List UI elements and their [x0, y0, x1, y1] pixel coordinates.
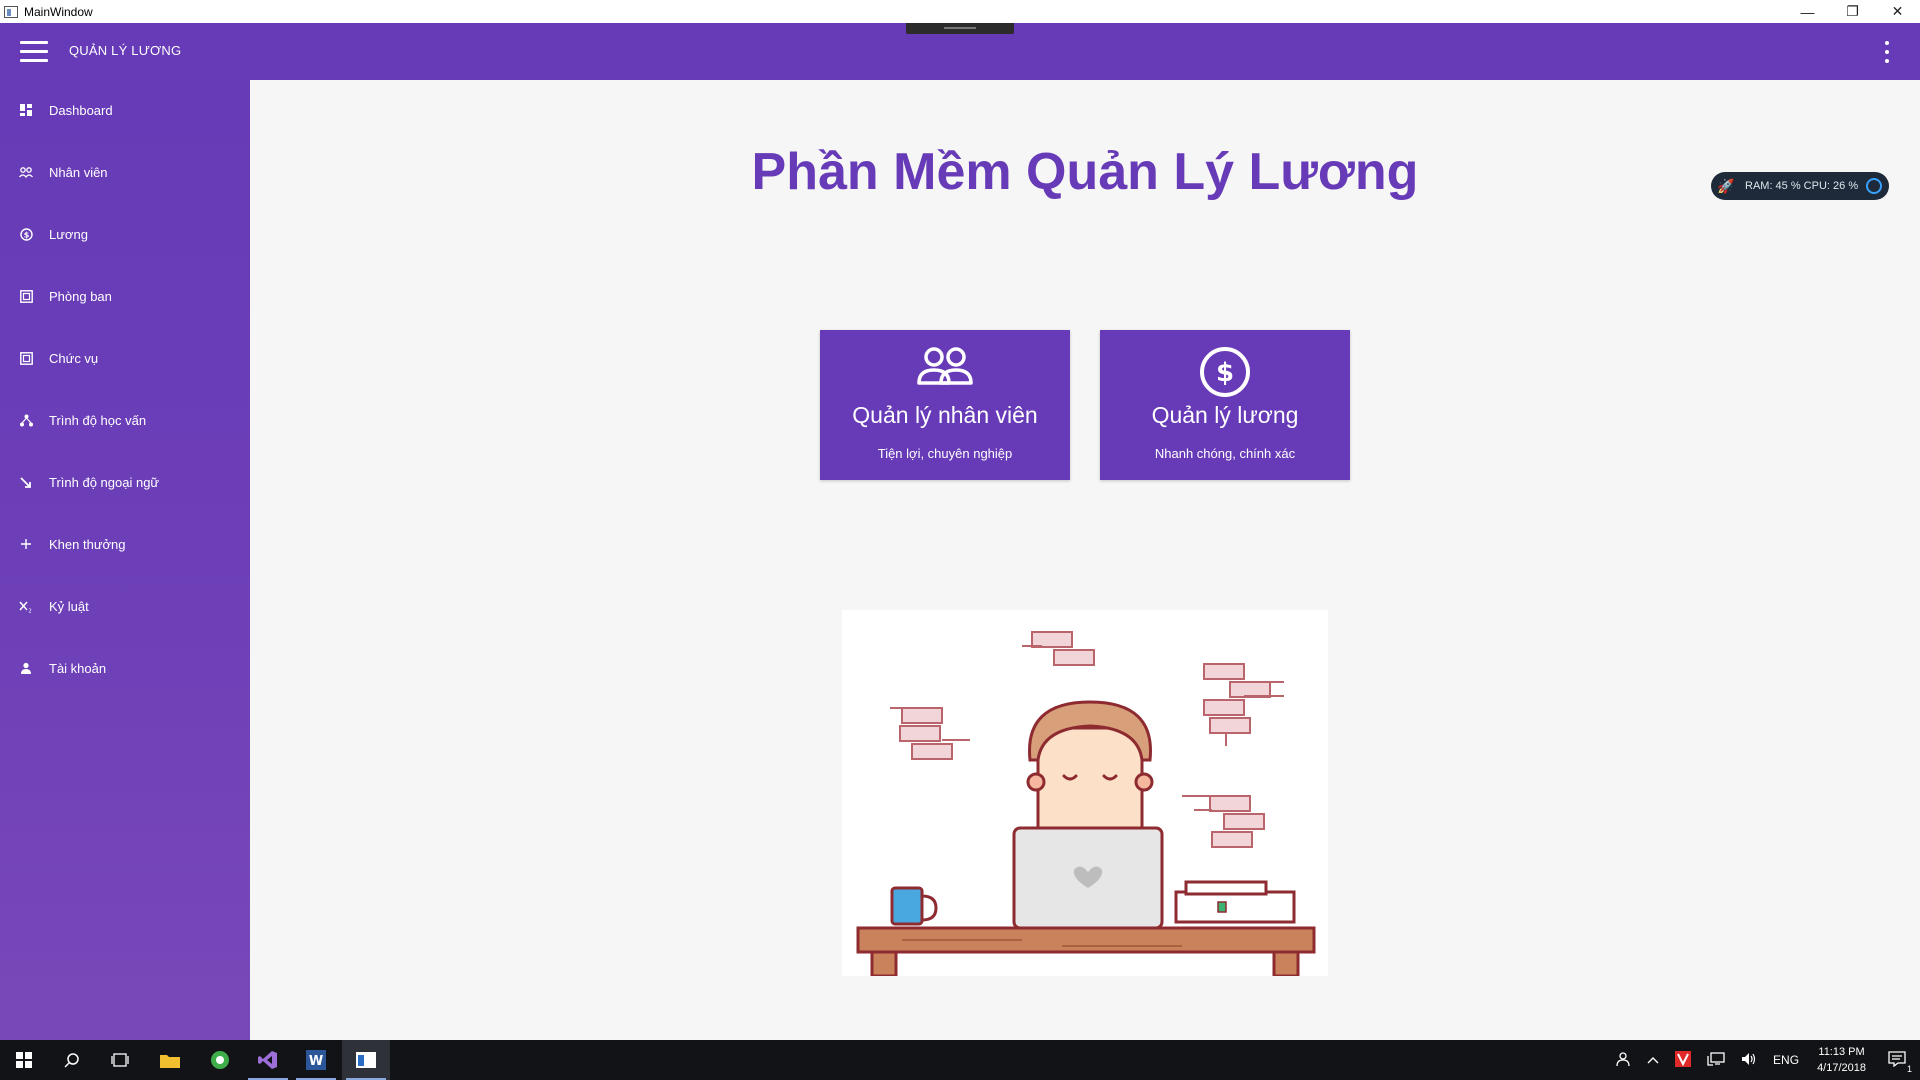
close-button[interactable]: ✕ — [1875, 0, 1920, 23]
dollar-circle-icon: $ — [19, 227, 33, 241]
file-explorer-icon[interactable] — [146, 1040, 194, 1080]
taskbar: W ENG 11:13 PM 4/17/2018 1 — [0, 1040, 1920, 1080]
minimize-button[interactable]: — — [1785, 0, 1830, 23]
svg-text:$: $ — [23, 230, 29, 239]
people-icon — [820, 346, 1070, 386]
sidebar-item-label: Phòng ban — [49, 288, 112, 304]
more-options-icon[interactable] — [1884, 41, 1890, 63]
sidebar-item-trinh-do-ngoai-ngu[interactable]: Trình độ ngoại ngữ — [0, 462, 250, 502]
chevron-up-icon[interactable] — [1647, 1053, 1659, 1067]
sidebar-item-label: Lương — [49, 226, 88, 242]
sidebar-item-nhan-vien[interactable]: Nhân viên — [0, 152, 250, 192]
dashboard-icon — [19, 103, 33, 117]
gauge-icon — [1866, 178, 1883, 194]
app-bar: QUẢN LÝ LƯƠNG — [0, 23, 1920, 80]
sidebar-item-label: Dashboard — [49, 102, 113, 118]
search-icon[interactable] — [48, 1040, 96, 1080]
sidebar-item-label: Trình độ học vấn — [49, 412, 147, 428]
window-controls: — ❐ ✕ — [1785, 0, 1920, 23]
page-title: Phần Mềm Quản Lý Lương — [751, 143, 1419, 201]
sidebar-item-label: Nhân viên — [49, 164, 108, 180]
card-title: Quản lý nhân viên — [852, 402, 1038, 428]
sidebar: Dashboard Nhân viên $ Lương Phòng ban Ch… — [0, 80, 250, 1040]
dollar-circle-icon: $ — [1100, 346, 1350, 398]
card-quan-ly-luong[interactable]: $ Quản lý lương Nhanh chóng, chính xác — [1100, 330, 1350, 480]
main-content: Phần Mềm Quản Lý Lương Quản lý nhân viên… — [250, 80, 1920, 1040]
windows-start-icon[interactable] — [0, 1040, 48, 1080]
sidebar-item-label: Chức vụ — [49, 350, 99, 366]
task-view-icon[interactable] — [96, 1040, 144, 1080]
language-indicator[interactable]: ENG — [1773, 1053, 1799, 1067]
card-subtitle: Nhanh chóng, chính xác — [1154, 446, 1296, 461]
user-icon — [19, 661, 33, 675]
green-app-icon[interactable] — [196, 1040, 244, 1080]
window-title: MainWindow — [24, 4, 93, 19]
system-monitor-widget[interactable]: 🚀 RAM: 45 % CPU: 26 % — [1711, 172, 1889, 200]
word-icon[interactable]: W — [292, 1040, 340, 1080]
date: 4/17/2018 — [1817, 1062, 1866, 1074]
building-icon — [19, 289, 33, 303]
app-window-icon — [4, 5, 18, 18]
sidebar-item-label: Kỷ luật — [49, 598, 89, 614]
people-icon — [19, 165, 33, 179]
hierarchy-icon — [19, 413, 33, 427]
restore-button[interactable]: ❐ — [1830, 0, 1875, 23]
hamburger-menu-icon[interactable] — [20, 41, 48, 63]
mainwindow-taskbar-icon[interactable] — [342, 1040, 390, 1080]
arrow-down-right-icon — [19, 475, 33, 489]
subscript-x-icon: 2 — [19, 599, 33, 613]
sidebar-item-label: Tài khoản — [49, 660, 107, 676]
notification-count: 1 — [1906, 1063, 1912, 1074]
sidebar-item-label: Khen thưởng — [49, 536, 126, 552]
card-subtitle: Tiện lợi, chuyên nghiệp — [877, 446, 1013, 461]
sidebar-item-khen-thuong[interactable]: Khen thưởng — [0, 524, 250, 564]
sidebar-item-label: Trình độ ngoại ngữ — [49, 474, 160, 490]
building-icon — [19, 351, 33, 365]
sidebar-item-chuc-vu[interactable]: Chức vụ — [0, 338, 250, 378]
plus-icon — [19, 537, 33, 551]
card-quan-ly-nhan-vien[interactable]: Quản lý nhân viên Tiện lợi, chuyên nghiệ… — [820, 330, 1070, 480]
network-icon[interactable] — [1707, 1051, 1725, 1069]
sidebar-item-luong[interactable]: $ Lương — [0, 214, 250, 254]
sidebar-item-trinh-do-hoc-van[interactable]: Trình độ học vấn — [0, 400, 250, 440]
sidebar-item-dashboard[interactable]: Dashboard — [0, 90, 250, 130]
antivirus-icon[interactable] — [1675, 1050, 1692, 1070]
svg-text:2: 2 — [29, 608, 32, 613]
visual-studio-icon[interactable] — [244, 1040, 292, 1080]
sidebar-item-tai-khoan[interactable]: Tài khoản — [0, 648, 250, 688]
drag-handle[interactable] — [906, 23, 1014, 34]
action-center-icon[interactable]: 1 — [1888, 1050, 1912, 1074]
people-icon[interactable] — [1615, 1051, 1631, 1070]
sidebar-item-ky-luat[interactable]: 2 Kỷ luật — [0, 586, 250, 626]
card-title: Quản lý lương — [1151, 402, 1299, 428]
app-title: QUẢN LÝ LƯƠNG — [69, 43, 182, 58]
svg-text:W: W — [309, 1054, 323, 1069]
window-titlebar: MainWindow — ❐ ✕ — [0, 0, 1920, 23]
system-tray: ENG 11:13 PM 4/17/2018 1 — [1607, 1040, 1920, 1080]
rocket-icon: 🚀 — [1717, 177, 1735, 194]
person-working-on-laptop-illustration — [842, 610, 1328, 978]
volume-icon[interactable] — [1741, 1052, 1757, 1069]
sidebar-item-phong-ban[interactable]: Phòng ban — [0, 276, 250, 316]
svg-text:$: $ — [1216, 358, 1234, 388]
clock[interactable]: 11:13 PM 4/17/2018 — [1817, 1044, 1866, 1076]
time: 11:13 PM — [1818, 1046, 1865, 1058]
system-stats: RAM: 45 % CPU: 26 % — [1745, 180, 1859, 192]
